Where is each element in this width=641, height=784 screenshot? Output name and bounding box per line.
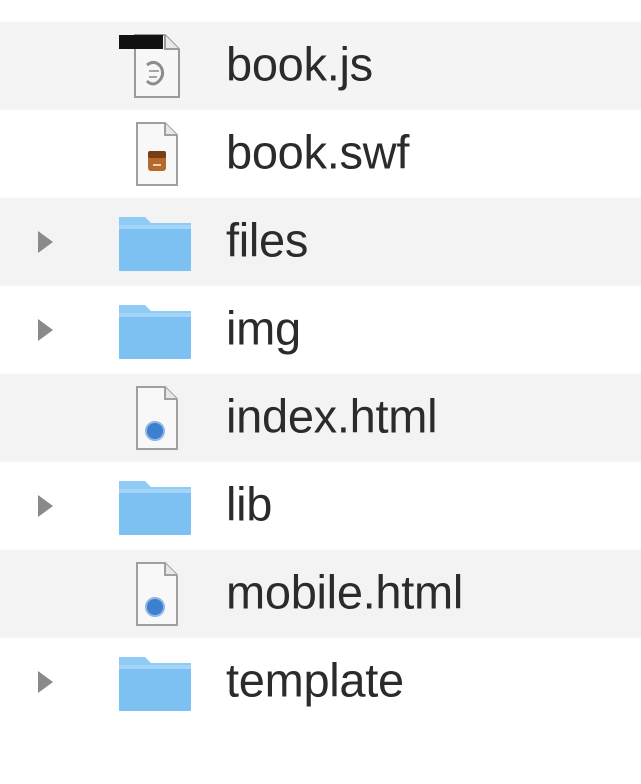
list-item-index-html[interactable]: index.html — [0, 374, 641, 462]
list-item-lib[interactable]: lib — [0, 462, 641, 550]
file-list: book.js book.swf files img index.html li… — [0, 0, 641, 784]
html-file-icon — [115, 559, 195, 629]
list-item-label: lib — [226, 477, 273, 531]
list-item-book-js[interactable]: book.js — [0, 22, 641, 110]
swf-file-icon — [115, 119, 195, 189]
list-item-label: template — [226, 653, 404, 707]
folder-icon — [115, 471, 195, 541]
folder-icon — [115, 207, 195, 277]
folder-icon — [115, 295, 195, 365]
list-item-template[interactable]: template — [0, 638, 641, 726]
list-item-label: files — [226, 213, 309, 267]
disclosure-triangle-icon[interactable] — [34, 668, 56, 696]
list-item-label: index.html — [226, 389, 438, 443]
list-item-label: mobile.html — [226, 565, 464, 619]
disclosure-triangle-icon[interactable] — [34, 316, 56, 344]
html-file-icon — [115, 383, 195, 453]
js-script-file-icon — [115, 31, 195, 101]
list-item-book-swf[interactable]: book.swf — [0, 110, 641, 198]
list-item-files[interactable]: files — [0, 198, 641, 286]
disclosure-triangle-icon[interactable] — [34, 228, 56, 256]
list-item-label: img — [226, 301, 301, 355]
folder-icon — [115, 647, 195, 717]
list-item-label: book.js — [226, 37, 373, 91]
list-item-img[interactable]: img — [0, 286, 641, 374]
disclosure-triangle-icon[interactable] — [34, 492, 56, 520]
list-item-label: book.swf — [226, 125, 410, 179]
list-item-mobile-html[interactable]: mobile.html — [0, 550, 641, 638]
